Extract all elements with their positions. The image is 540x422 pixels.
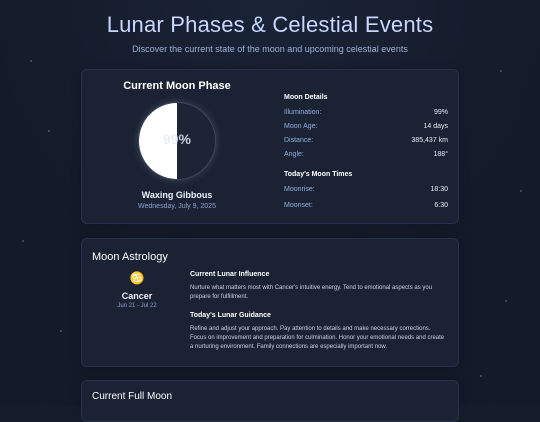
full-moon-card: Current Full Moon xyxy=(81,380,459,422)
zodiac-sign-dates: Jun 21 - Jul 22 xyxy=(117,303,157,309)
detail-label: Angle: xyxy=(284,151,304,158)
detail-row: Distance: 385,437 km xyxy=(284,137,448,151)
detail-label: Distance: xyxy=(284,137,314,144)
detail-row: Illumination: 99% xyxy=(284,109,448,123)
star xyxy=(520,190,522,192)
moon-phase-panel: Current Moon Phase 99% Waxing Gibbous We… xyxy=(102,80,252,210)
star xyxy=(480,375,482,377)
phase-date: Wednesday, July 9, 2025 xyxy=(138,203,216,210)
phase-name: Waxing Gibbous xyxy=(141,190,213,200)
detail-value: 99% xyxy=(433,109,448,116)
moon-phase-heading: Current Moon Phase xyxy=(123,80,231,92)
time-value: 18:30 xyxy=(430,186,448,193)
moon-details-heading: Moon Details xyxy=(284,94,328,101)
cancer-symbol-icon: ♋ xyxy=(129,271,145,285)
full-moon-heading: Current Full Moon xyxy=(92,391,173,402)
detail-label: Moon Age: xyxy=(284,123,318,130)
star xyxy=(30,60,32,62)
zodiac-sign-name: Cancer xyxy=(121,291,153,301)
detail-value: 14 days xyxy=(423,123,448,130)
time-label: Moonrise: xyxy=(284,186,315,193)
zodiac-sign-panel: ♋ Cancer Jun 21 - Jul 22 xyxy=(102,271,172,309)
star xyxy=(60,330,62,332)
detail-value: 385,437 km xyxy=(411,137,448,144)
time-label: Moonset: xyxy=(284,202,313,209)
star xyxy=(22,240,24,242)
astrology-heading: Moon Astrology xyxy=(92,251,168,263)
moon-astrology-card: Moon Astrology ♋ Cancer Jun 21 - Jul 22 … xyxy=(81,238,459,367)
moon-phase-card: Current Moon Phase 99% Waxing Gibbous We… xyxy=(81,69,459,224)
star xyxy=(48,130,50,132)
moon-details-panel: Moon Details Illumination: 99% Moon Age:… xyxy=(284,94,448,216)
page-header: Lunar Phases & Celestial Events Discover… xyxy=(0,0,540,54)
guidance-heading: Today's Lunar Guidance xyxy=(190,312,271,319)
moon-illumination-label: 99% xyxy=(162,131,192,147)
time-row: Moonset: 6:30 xyxy=(284,202,448,216)
time-row: Moonrise: 18:30 xyxy=(284,186,448,202)
moon-visual: 99% xyxy=(138,102,216,180)
detail-row: Angle: 188° xyxy=(284,151,448,165)
moon-times-heading: Today's Moon Times xyxy=(284,171,353,178)
influence-heading: Current Lunar Influence xyxy=(190,271,270,278)
lunar-guidance-panel: Current Lunar Influence Nurture what mat… xyxy=(190,271,448,352)
detail-label: Illumination: xyxy=(284,109,322,116)
detail-value: 188° xyxy=(433,151,448,158)
detail-row: Moon Age: 14 days xyxy=(284,123,448,137)
star xyxy=(505,300,507,302)
time-value: 6:30 xyxy=(434,202,448,209)
star xyxy=(500,70,502,72)
page-title: Lunar Phases & Celestial Events xyxy=(106,12,434,37)
page-subtitle: Discover the current state of the moon a… xyxy=(132,44,408,54)
guidance-text: Refine and adjust your approach. Pay att… xyxy=(190,326,445,350)
influence-text: Nurture what matters most with Cancer's … xyxy=(190,285,433,300)
